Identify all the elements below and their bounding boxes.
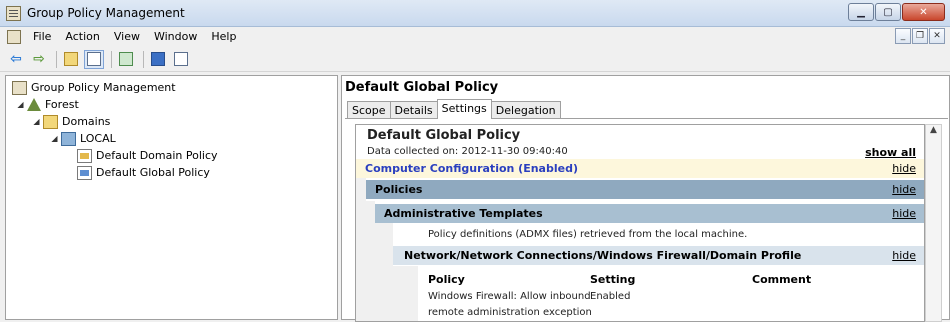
refresh-icon[interactable] <box>116 50 136 69</box>
tree-node-default-global-policy[interactable]: Default Global Policy <box>10 164 337 181</box>
menu-window[interactable]: Window <box>147 27 204 47</box>
tree-node-label: Default Global Policy <box>96 166 210 179</box>
section-label: Policies <box>375 183 423 196</box>
policy-setting-value: Enabled <box>590 291 631 302</box>
folder-icon <box>43 114 58 129</box>
settings-tab-body: Default Global Policy Data collected on:… <box>345 118 948 322</box>
gpo-link-icon <box>77 148 92 163</box>
hide-link[interactable]: hide <box>892 204 916 223</box>
up-folder-icon[interactable] <box>61 50 81 69</box>
menu-action[interactable]: Action <box>58 27 106 47</box>
settings-report: Default Global Policy Data collected on:… <box>355 124 925 322</box>
policy-name-line1: Windows Firewall: Allow inbound <box>428 291 591 302</box>
mdi-close-button[interactable]: ✕ <box>929 28 945 44</box>
tab-scope[interactable]: Scope <box>347 101 391 119</box>
tab-strip: Scope Details Settings Delegation <box>347 99 561 119</box>
mdi-minimize-button[interactable]: _ <box>895 28 911 44</box>
hide-link[interactable]: hide <box>892 159 916 178</box>
forward-arrow-icon[interactable]: ⇨ <box>29 50 49 69</box>
collapse-triangle-icon[interactable]: ◢ <box>50 134 59 143</box>
toolbar: ⇦ ⇨ <box>0 47 950 72</box>
tab-details[interactable]: Details <box>389 101 438 119</box>
hide-link[interactable]: hide <box>892 180 916 199</box>
details-pane: Default Global Policy Scope Details Sett… <box>341 75 950 322</box>
forest-icon <box>27 98 41 111</box>
tree-node-domains[interactable]: ◢ Domains <box>10 113 337 130</box>
collapse-triangle-icon[interactable]: ◢ <box>16 100 25 109</box>
group-policy-icon <box>12 80 27 95</box>
admx-note: Policy definitions (ADMX files) retrieve… <box>428 229 748 240</box>
back-arrow-icon[interactable]: ⇦ <box>6 50 26 69</box>
policy-name-line2: remote administration exception <box>428 307 592 318</box>
menu-file[interactable]: File <box>26 27 58 47</box>
report-collected-date: Data collected on: 2012-11-30 09:40:40 <box>367 146 568 157</box>
indent-gutter <box>366 201 375 321</box>
column-header-setting: Setting <box>590 273 636 286</box>
maximize-button[interactable]: ▢ <box>875 3 901 21</box>
hide-link[interactable]: hide <box>892 246 916 265</box>
help-icon[interactable] <box>148 50 168 69</box>
indent-gutter <box>375 223 393 321</box>
menu-bar: File Action View Window Help _ ❐ ✕ <box>0 27 950 47</box>
column-header-policy: Policy <box>428 273 465 286</box>
tree-node-label: Forest <box>45 98 79 111</box>
minimize-button[interactable]: ▁ <box>848 3 874 21</box>
toolbar-separator <box>143 50 144 68</box>
vertical-scrollbar[interactable]: ▲ <box>925 124 942 322</box>
tree-node-default-domain-policy[interactable]: Default Domain Policy <box>10 147 337 164</box>
domain-icon <box>61 131 76 146</box>
tree-node-label: Default Domain Policy <box>96 149 218 162</box>
show-all-link[interactable]: show all <box>865 146 916 159</box>
scroll-up-arrow-icon[interactable]: ▲ <box>926 125 941 140</box>
toolbar-separator <box>111 50 112 68</box>
tree-node-label: LOCAL <box>80 132 116 145</box>
menu-help[interactable]: Help <box>204 27 243 47</box>
section-label: Computer Configuration (Enabled) <box>365 162 578 175</box>
gpo-link-icon <box>77 165 92 180</box>
mdi-restore-button[interactable]: ❐ <box>912 28 928 44</box>
policies-header[interactable]: Policies hide <box>366 180 924 199</box>
properties-icon[interactable] <box>171 50 191 69</box>
details-title: Default Global Policy <box>345 80 499 95</box>
tab-delegation[interactable]: Delegation <box>490 101 561 119</box>
tree-node-label: Domains <box>62 115 111 128</box>
console-tree[interactable]: Group Policy Management ◢ Forest ◢ Domai… <box>5 75 338 320</box>
report-title: Default Global Policy <box>367 128 521 143</box>
collapse-triangle-icon[interactable]: ◢ <box>32 117 41 126</box>
tree-node-forest[interactable]: ◢ Forest <box>10 96 337 113</box>
tree-node-label: Group Policy Management <box>31 81 176 94</box>
window-title-bar[interactable]: Group Policy Management ▁ ▢ ✕ <box>0 0 950 27</box>
menu-view[interactable]: View <box>107 27 147 47</box>
tree-node-root[interactable]: Group Policy Management <box>10 79 337 96</box>
section-label: Network/Network Connections/Windows Fire… <box>404 249 802 262</box>
indent-gutter <box>356 178 366 321</box>
administrative-templates-header[interactable]: Administrative Templates hide <box>375 204 924 223</box>
window-title: Group Policy Management <box>27 6 185 20</box>
app-icon <box>6 6 21 21</box>
toolbar-separator <box>56 50 57 68</box>
computer-configuration-header[interactable]: Computer Configuration (Enabled) hide <box>356 159 924 178</box>
network-domain-profile-header[interactable]: Network/Network Connections/Windows Fire… <box>393 246 924 265</box>
column-header-comment: Comment <box>752 273 812 286</box>
indent-gutter <box>393 266 418 321</box>
close-button[interactable]: ✕ <box>902 3 945 21</box>
tab-settings[interactable]: Settings <box>436 99 492 119</box>
mdi-window-icon[interactable] <box>7 30 21 44</box>
tree-node-local[interactable]: ◢ LOCAL <box>10 130 337 147</box>
section-label: Administrative Templates <box>384 207 543 220</box>
show-hide-tree-icon[interactable] <box>84 49 104 69</box>
